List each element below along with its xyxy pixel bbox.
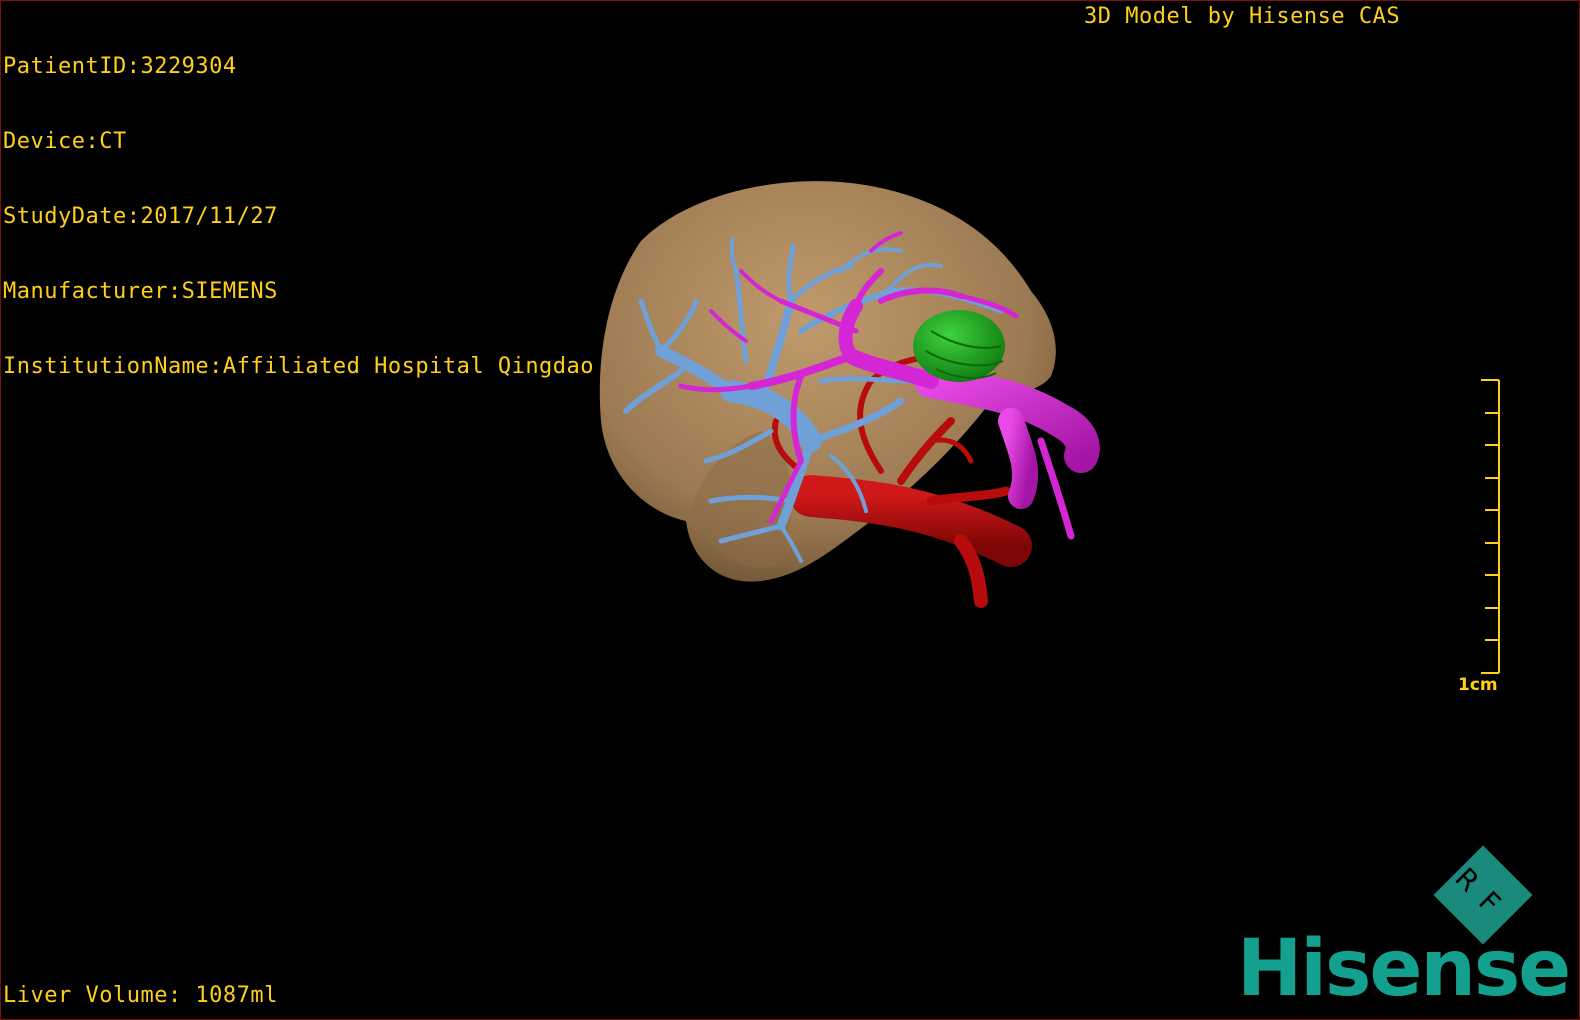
scale-bar-label: 1cm [1458, 675, 1498, 695]
hisense-logo: Hisense [1237, 924, 1571, 1014]
liver-3d-model[interactable] [1, 1, 1580, 1020]
tumor-mass[interactable] [913, 310, 1005, 382]
scale-bar [1481, 379, 1500, 674]
liver-volume-text: Liver Volume: 1087ml [3, 983, 278, 1008]
3d-viewport[interactable]: PatientID:3229304 Device:CT StudyDate:20… [0, 0, 1580, 1020]
